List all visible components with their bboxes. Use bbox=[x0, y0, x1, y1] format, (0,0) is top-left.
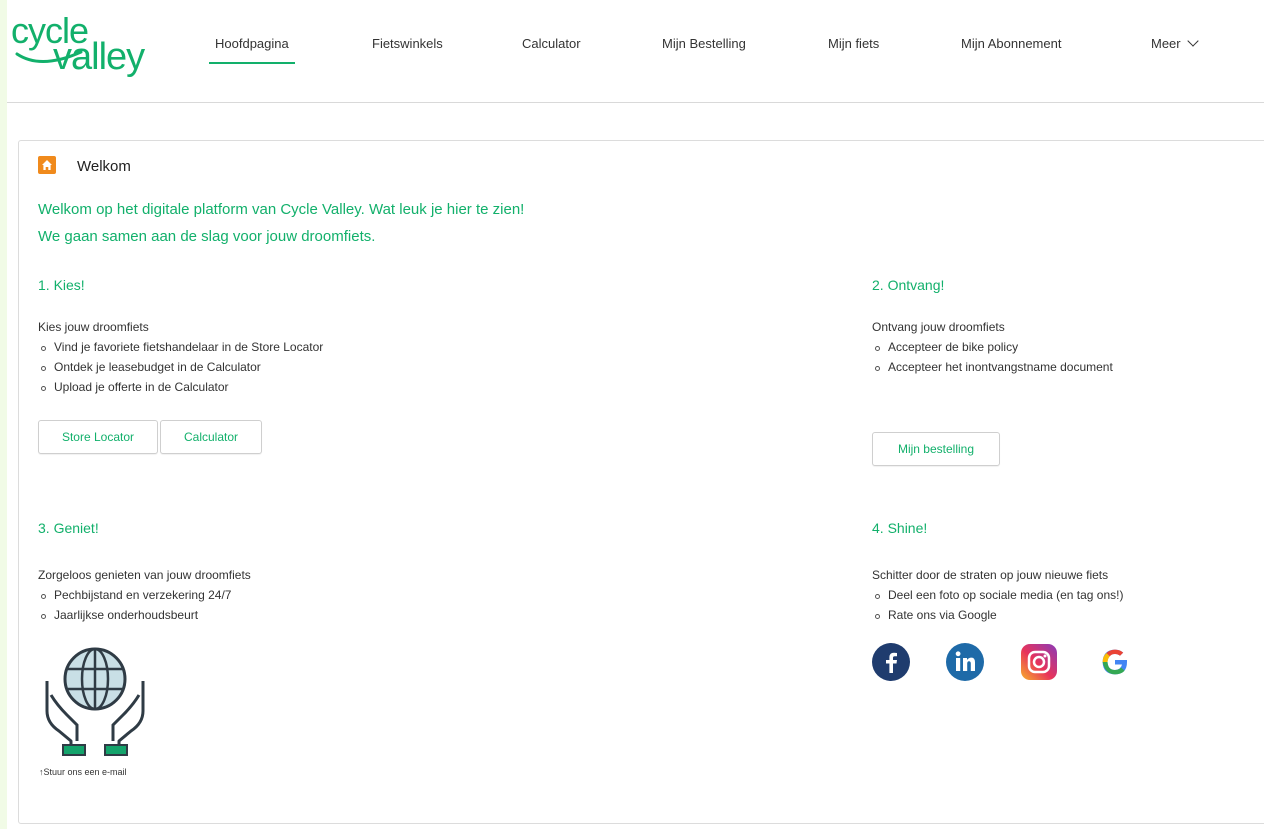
nav-item-mijn-fiets[interactable]: Mijn fiets bbox=[828, 36, 879, 51]
shine-text: Schitter door de straten op jouw nieuwe … bbox=[872, 565, 1123, 625]
calculator-button[interactable]: Calculator bbox=[160, 420, 262, 454]
list-item: Accepteer de bike policy bbox=[875, 337, 1113, 357]
list-item: Rate ons via Google bbox=[874, 605, 1123, 625]
home-icon bbox=[38, 156, 56, 174]
heading-ontvang: 2. Ontvang! bbox=[872, 277, 945, 293]
ontvang-text: Ontvang jouw droomfiets Accepteer de bik… bbox=[872, 317, 1113, 377]
nav-item-calculator[interactable]: Calculator bbox=[522, 36, 581, 51]
shine-lead: Schitter door de straten op jouw nieuwe … bbox=[872, 568, 1109, 582]
list-item: Accepteer het inontvangstname document bbox=[875, 357, 1113, 377]
ontvang-lead: Ontvang jouw droomfiets bbox=[872, 320, 1005, 334]
list-item: Pechbijstand en verzekering 24/7 bbox=[41, 585, 251, 605]
instagram-icon[interactable] bbox=[1020, 643, 1058, 681]
facebook-icon[interactable] bbox=[872, 643, 910, 681]
nav-more-label: Meer bbox=[1151, 36, 1181, 51]
chevron-down-icon bbox=[1186, 35, 1199, 47]
store-locator-button[interactable]: Store Locator bbox=[38, 420, 158, 454]
cycle-valley-logo[interactable]: cycle valley bbox=[11, 10, 171, 84]
geniet-list: Pechbijstand en verzekering 24/7 Jaarlij… bbox=[38, 585, 251, 625]
heading-geniet: 3. Geniet! bbox=[38, 520, 99, 536]
kies-list: Vind je favoriete fietshandelaar in de S… bbox=[38, 337, 323, 397]
nav-item-mijn-abonnement[interactable]: Mijn Abonnement bbox=[961, 36, 1061, 51]
globe-hands-icon bbox=[45, 647, 145, 756]
linkedin-icon[interactable] bbox=[946, 643, 984, 681]
kies-lead: Kies jouw droomfiets bbox=[38, 320, 149, 334]
heading-kies: 1. Kies! bbox=[38, 277, 85, 293]
left-edge-strip bbox=[0, 0, 7, 829]
nav-item-meer[interactable]: Meer bbox=[1151, 35, 1199, 51]
list-item: Vind je favoriete fietshandelaar in de S… bbox=[40, 337, 323, 357]
intro-line-1: Welkom op het digitale platform van Cycl… bbox=[38, 201, 525, 218]
top-navigation-bar: cycle valley Hoofdpagina Fietswinkels Ca… bbox=[7, 0, 1264, 103]
list-item: Upload je offerte in de Calculator bbox=[40, 377, 323, 397]
logo-swoosh-icon bbox=[15, 50, 83, 64]
ontvang-list: Accepteer de bike policy Accepteer het i… bbox=[872, 337, 1113, 377]
nav-item-fietswinkels[interactable]: Fietswinkels bbox=[372, 36, 443, 51]
email-link[interactable]: ↑Stuur ons een e-mail bbox=[39, 767, 127, 777]
nav-item-mijn-bestelling[interactable]: Mijn Bestelling bbox=[662, 36, 746, 51]
shine-list: Deel een foto op sociale media (en tag o… bbox=[872, 585, 1123, 625]
geniet-text: Zorgeloos genieten van jouw droomfiets P… bbox=[38, 565, 251, 625]
heading-shine: 4. Shine! bbox=[872, 520, 928, 536]
welcome-card: Welkom Welkom op het digitale platform v… bbox=[18, 140, 1264, 824]
mijn-bestelling-button[interactable]: Mijn bestelling bbox=[872, 432, 1000, 466]
kies-text: Kies jouw droomfiets Vind je favoriete f… bbox=[38, 317, 323, 397]
list-item: Jaarlijkse onderhoudsbeurt bbox=[41, 605, 251, 625]
nav-item-hoofdpagina[interactable]: Hoofdpagina bbox=[209, 36, 295, 64]
list-item: Deel een foto op sociale media (en tag o… bbox=[874, 585, 1123, 605]
geniet-lead: Zorgeloos genieten van jouw droomfiets bbox=[38, 568, 251, 582]
intro-line-2: We gaan samen aan de slag voor jouw droo… bbox=[38, 228, 376, 245]
card-title: Welkom bbox=[77, 158, 131, 175]
list-item: Ontdek je leasebudget in de Calculator bbox=[40, 357, 323, 377]
google-icon[interactable] bbox=[1096, 643, 1134, 681]
